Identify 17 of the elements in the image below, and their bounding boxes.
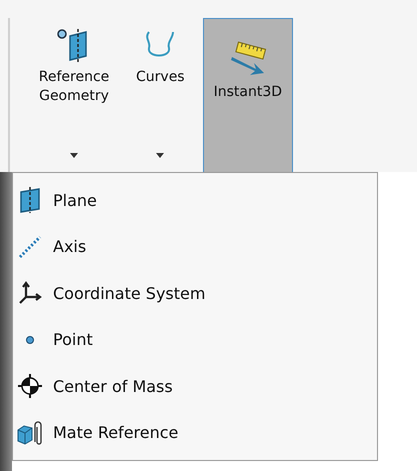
ribbon-button[interactable]: Reference Geometry — [18, 18, 130, 172]
menu-item[interactable]: Coordinate System — [13, 270, 377, 316]
axes-icon — [18, 281, 42, 306]
caret-icon — [156, 153, 164, 158]
center-of-mass-icon — [18, 374, 42, 398]
menu-item[interactable]: Plane — [13, 177, 377, 224]
point-icon — [25, 334, 35, 345]
dotted-line-icon — [18, 234, 42, 259]
plane-icon — [18, 187, 42, 214]
menu-item[interactable]: Center of Mass — [13, 363, 377, 410]
menu-item[interactable]: Axis — [13, 224, 377, 270]
caret-icon — [70, 153, 78, 158]
ribbon-button[interactable]: Instant3D — [202, 18, 294, 172]
menu-item[interactable]: Point — [13, 316, 377, 363]
menu-item[interactable]: Mate Reference — [13, 410, 377, 456]
cube-paperclip-icon — [16, 420, 44, 446]
ribbon-button[interactable]: Curves — [130, 18, 191, 172]
